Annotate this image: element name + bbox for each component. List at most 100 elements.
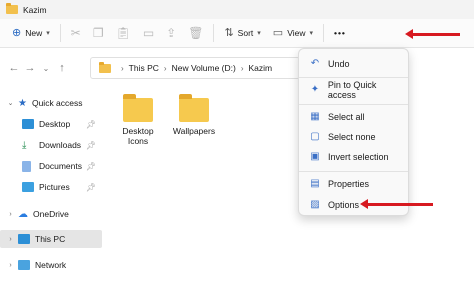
more-options-button[interactable]: •••: [328, 22, 352, 44]
sort-icon: ⇅: [224, 26, 234, 39]
sidebar-item-label: Network: [35, 260, 67, 270]
window-title: Kazim: [23, 4, 47, 15]
view-label: View: [287, 28, 306, 38]
chevron-right-icon: ›: [163, 63, 167, 73]
sidebar-item-quick-access[interactable]: ⌄ ★ Quick access: [0, 94, 102, 112]
menu-item-label: Undo: [328, 58, 350, 69]
sidebar-item-documents[interactable]: Documents 📌︎: [0, 157, 102, 175]
new-button[interactable]: ⊕ New ▾: [6, 22, 56, 44]
file-list: Desktop Icons Wallpapers: [104, 90, 474, 285]
share-button[interactable]: ⇪: [160, 22, 182, 44]
document-icon: [22, 160, 31, 172]
trash-icon: 🗑︎: [188, 26, 204, 40]
cut-icon: ✂: [70, 26, 81, 40]
chevron-down-icon: ▾: [309, 30, 313, 37]
sidebar-item-label: Desktop: [39, 119, 71, 129]
view-icon: ▭: [272, 26, 284, 39]
sidebar-item-label: OneDrive: [33, 209, 69, 219]
menu-item-label: Options: [328, 199, 360, 210]
sidebar-item-label: Quick access: [31, 98, 83, 108]
pin-icon: 📌︎: [85, 182, 96, 192]
download-icon: ⤓: [22, 140, 27, 151]
divider: [299, 104, 408, 105]
more-icon: •••: [333, 28, 346, 38]
back-icon[interactable]: ←: [6, 62, 22, 74]
address-bar[interactable]: › This PC › New Volume (D:) › Kazim: [90, 57, 300, 79]
sidebar-item-pictures[interactable]: Pictures 📌︎: [0, 178, 102, 196]
view-button[interactable]: ▭ View ▾: [267, 22, 319, 44]
menu-item-label: Pin to Quick access: [327, 79, 377, 100]
sidebar-item-label: This PC: [35, 234, 66, 244]
rename-button[interactable]: ▭: [137, 22, 160, 44]
breadcrumb-this-pc[interactable]: This PC: [129, 63, 159, 73]
properties-icon: ▤: [310, 178, 320, 189]
options-icon: ▨: [310, 199, 320, 210]
chevron-down-icon: ▾: [257, 30, 261, 37]
folder-name: Desktop Icons: [122, 126, 154, 146]
chevron-down-icon[interactable]: ⌄: [6, 99, 15, 107]
menu-item-select-all[interactable]: ▦ Select all: [303, 107, 406, 126]
sidebar-item-downloads[interactable]: ⤓ Downloads 📌︎: [0, 136, 102, 154]
rename-icon: ▭: [142, 26, 155, 40]
sidebar-item-network[interactable]: › Network: [0, 256, 102, 274]
menu-item-label: Select none: [328, 131, 376, 142]
chevron-right-icon: ›: [240, 63, 244, 73]
star-icon: ★: [18, 97, 27, 109]
delete-button[interactable]: 🗑︎: [182, 22, 209, 44]
folder-icon: [123, 94, 153, 122]
chevron-down-icon: ▾: [46, 30, 50, 37]
paste-icon: 📋︎: [115, 26, 131, 40]
select-all-icon: ▦: [310, 111, 320, 122]
divider: [299, 171, 408, 172]
menu-item-label: Invert selection: [328, 151, 389, 162]
network-icon: [18, 260, 30, 270]
navigation-pane: ⌄ ★ Quick access Desktop 📌︎ ⤓ Downloads …: [0, 90, 104, 285]
sidebar-item-this-pc[interactable]: › This PC: [0, 230, 102, 248]
copy-button[interactable]: ❐: [87, 22, 110, 44]
forward-icon[interactable]: →: [22, 62, 38, 74]
sidebar-item-label: Documents: [39, 161, 82, 171]
sort-button[interactable]: ⇅ Sort ▾: [218, 22, 266, 44]
chevron-right-icon: ›: [121, 63, 124, 73]
picture-icon: [22, 182, 34, 192]
new-label: New: [25, 28, 43, 38]
cut-button[interactable]: ✂: [65, 22, 87, 44]
file-explorer-window: Kazim ⊕ New ▾ ✂ ❐ 📋︎ ▭ ⇪ 🗑︎ ⇅ Sort ▾ ▭ V…: [0, 0, 474, 285]
invert-selection-icon: ▣: [310, 151, 320, 162]
breadcrumb-kazim[interactable]: Kazim: [249, 63, 273, 73]
folder-item[interactable]: Desktop Icons: [114, 94, 162, 146]
menu-item-undo[interactable]: ↶ Undo: [303, 54, 406, 73]
folder-name: Wallpapers: [172, 126, 216, 136]
command-bar: ⊕ New ▾ ✂ ❐ 📋︎ ▭ ⇪ 🗑︎ ⇅ Sort ▾ ▭ View ▾ …: [0, 19, 474, 48]
select-none-icon: ▢: [310, 131, 320, 142]
sidebar-item-onedrive[interactable]: › ☁ OneDrive: [0, 205, 102, 223]
chevron-right-icon[interactable]: ›: [6, 211, 15, 218]
sidebar-item-label: Pictures: [39, 182, 70, 192]
menu-item-invert-selection[interactable]: ▣ Invert selection: [303, 147, 406, 166]
folder-icon: [99, 61, 111, 73]
menu-item-pin-to-quick-access[interactable]: ✦ Pin to Quick access: [303, 79, 406, 100]
breadcrumb-volume[interactable]: New Volume (D:): [172, 63, 236, 73]
chevron-right-icon[interactable]: ›: [6, 262, 15, 269]
desktop-icon: [22, 119, 34, 129]
see-more-menu: ↶ Undo ✦ Pin to Quick access ▦ Select al…: [298, 48, 409, 216]
folder-icon: [179, 94, 209, 122]
recent-chevron-icon[interactable]: ⌄: [38, 64, 54, 73]
cloud-icon: ☁: [18, 208, 28, 220]
share-icon: ⇪: [166, 26, 177, 40]
chevron-right-icon[interactable]: ›: [6, 236, 15, 243]
divider: [213, 24, 215, 42]
folder-icon: [6, 3, 18, 14]
pin-icon: 📌︎: [85, 119, 96, 129]
up-icon[interactable]: ↑: [54, 62, 70, 74]
plus-icon: ⊕: [12, 26, 22, 39]
sidebar-item-label: Downloads: [39, 140, 82, 150]
folder-item[interactable]: Wallpapers: [166, 94, 222, 136]
paste-button[interactable]: 📋︎: [110, 22, 137, 44]
sidebar-item-desktop[interactable]: Desktop 📌︎: [0, 115, 102, 133]
menu-item-label: Properties: [328, 178, 370, 189]
sort-label: Sort: [237, 28, 254, 38]
menu-item-properties[interactable]: ▤ Properties: [303, 174, 406, 193]
menu-item-select-none[interactable]: ▢ Select none: [303, 127, 406, 146]
divider: [322, 24, 324, 42]
